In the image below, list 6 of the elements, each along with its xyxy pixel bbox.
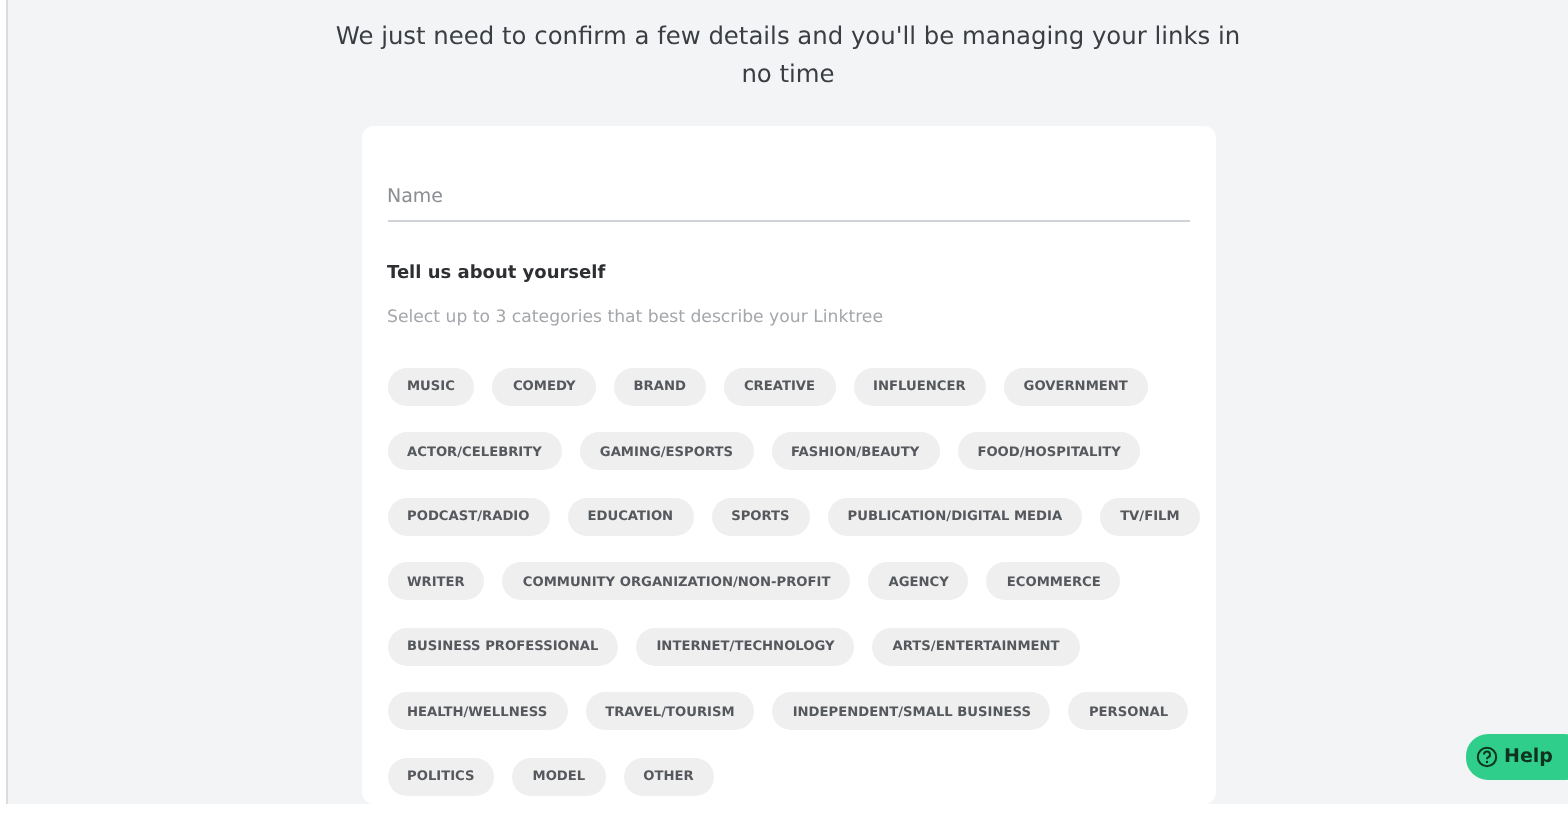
name-field[interactable]: Name (387, 178, 1189, 222)
question-icon (1476, 746, 1498, 768)
section-hint: Select up to 3 categories that best describe your Linktree (387, 308, 885, 328)
intro-text: We just need to confirm a few details and you'll be managing your links in no time (333, 20, 1243, 92)
help-button[interactable]: Help (1466, 734, 1568, 780)
section-title: Tell us about yourself (387, 264, 608, 284)
